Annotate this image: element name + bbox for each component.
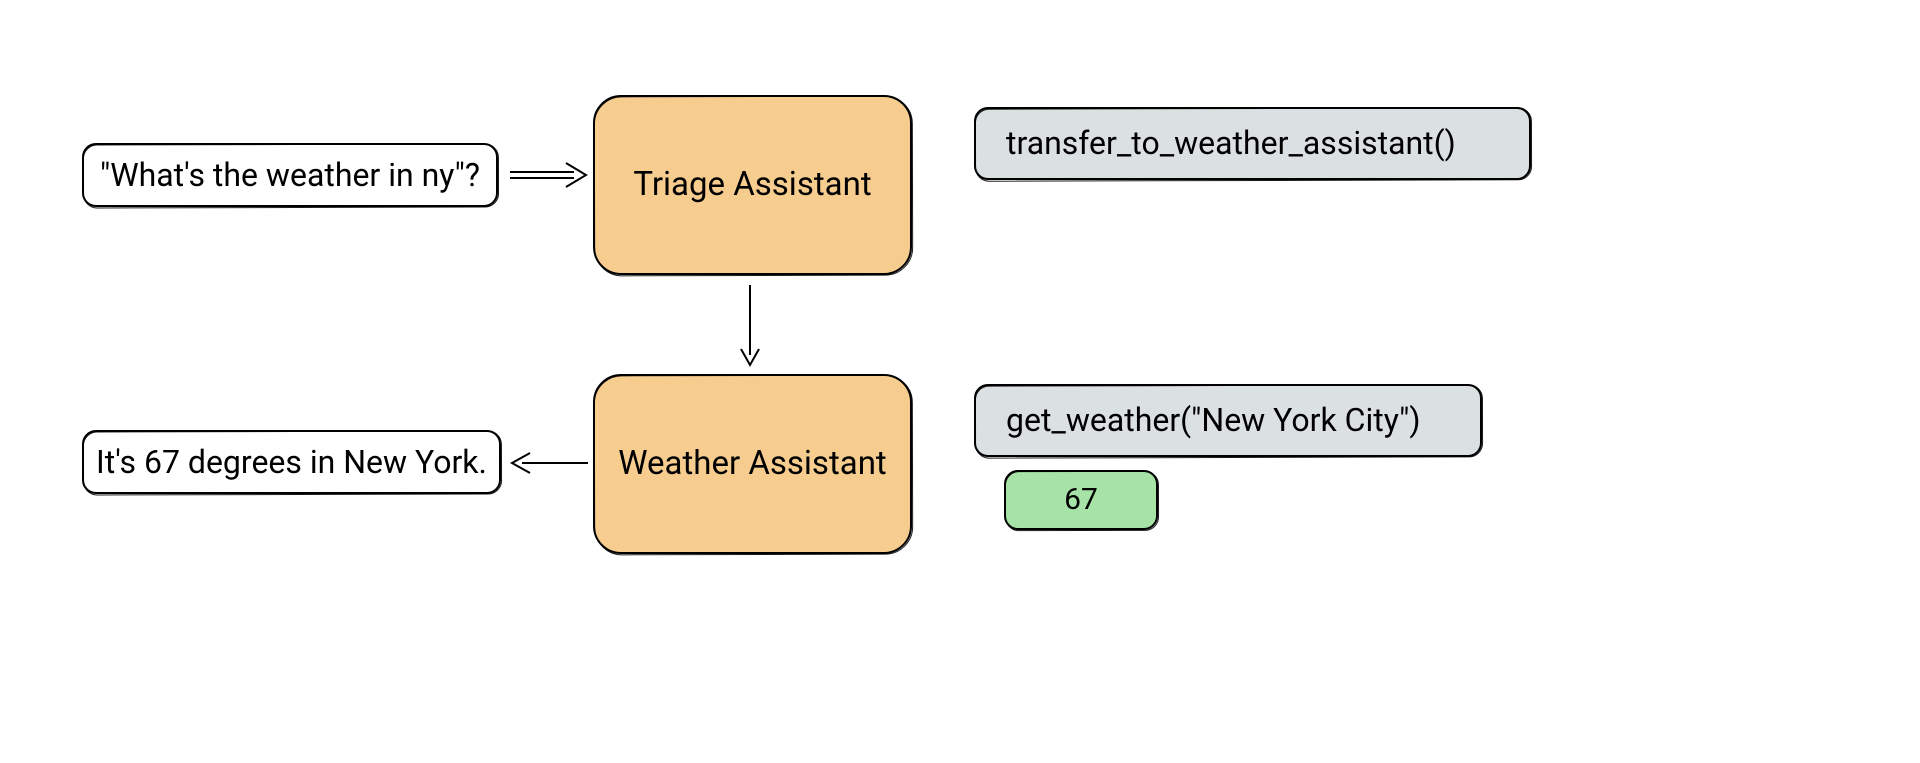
tool-result-text: 67 bbox=[1064, 482, 1098, 518]
arrow-weather-to-answer bbox=[508, 448, 593, 478]
tool-transfer-text: transfer_to_weather_assistant() bbox=[1006, 124, 1456, 162]
tool-get-weather-box: get_weather("New York City") bbox=[974, 384, 1482, 457]
user-query-text: "What's the weather in ny"? bbox=[100, 156, 480, 194]
arrow-triage-to-weather bbox=[735, 283, 765, 373]
user-query-box: "What's the weather in ny"? bbox=[82, 143, 498, 207]
weather-assistant-box: Weather Assistant bbox=[593, 374, 912, 554]
triage-assistant-box: Triage Assistant bbox=[593, 95, 912, 275]
arrow-query-to-triage bbox=[508, 158, 593, 192]
tool-result-box: 67 bbox=[1004, 470, 1158, 530]
triage-assistant-text: Triage Assistant bbox=[633, 165, 871, 205]
diagram-canvas: "What's the weather in ny"? Triage Assis… bbox=[0, 0, 1920, 763]
final-answer-text: It's 67 degrees in New York. bbox=[96, 443, 487, 481]
weather-assistant-text: Weather Assistant bbox=[618, 444, 886, 484]
tool-transfer-box: transfer_to_weather_assistant() bbox=[974, 107, 1531, 180]
tool-get-weather-text: get_weather("New York City") bbox=[1006, 401, 1420, 439]
final-answer-box: It's 67 degrees in New York. bbox=[82, 430, 501, 494]
